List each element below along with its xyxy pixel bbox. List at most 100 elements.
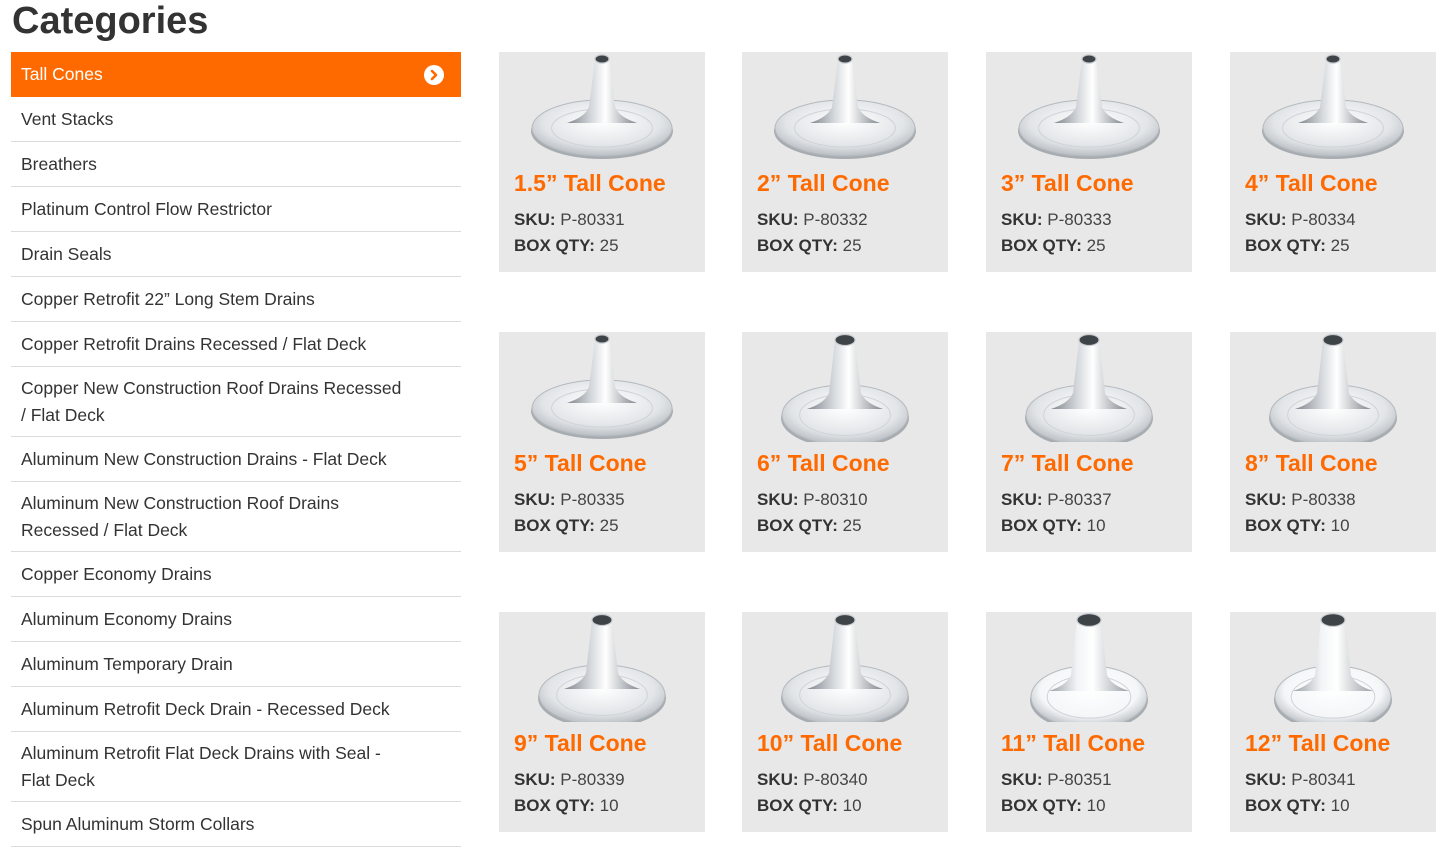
product-image[interactable] — [1230, 587, 1436, 731]
product-image[interactable] — [499, 587, 705, 728]
category-item-label: Aluminum New Construction Drains - Flat … — [21, 448, 387, 469]
product-name[interactable]: 11” Tall Cone — [1001, 730, 1145, 757]
product-sku: SKU: P-80310 — [757, 490, 868, 510]
category-item[interactable]: Copper Retrofit Drains Recessed / Flat D… — [11, 322, 461, 367]
sku-label: SKU: — [514, 210, 556, 229]
box-qty-value: 25 — [842, 516, 862, 535]
product-name[interactable]: 2” Tall Cone — [757, 170, 890, 197]
category-item[interactable]: Copper New Construction Roof Drains Rece… — [11, 367, 461, 437]
box-qty-value: 25 — [1330, 236, 1350, 255]
category-item-label: Aluminum New Construction Roof Drains Re… — [21, 492, 340, 540]
sku-value: P-80338 — [1291, 490, 1356, 509]
category-item-label: Drain Seals — [21, 243, 112, 264]
tall-cone-icon — [538, 613, 666, 728]
category-item[interactable]: Aluminum Retrofit Flat Deck Drains with … — [11, 732, 461, 802]
product-sku: SKU: P-80341 — [1245, 770, 1356, 790]
product-card[interactable]: 7” Tall Cone SKU: P-80337 BOX QTY: 10 — [986, 332, 1192, 552]
categories-title: Categories — [12, 0, 209, 42]
category-item[interactable]: Vent Stacks — [11, 97, 461, 142]
category-item[interactable]: Copper Economy Drains — [11, 552, 461, 597]
category-item[interactable]: Drain Seals — [11, 232, 461, 277]
product-box-qty: BOX QTY: 25 — [757, 516, 862, 536]
product-card[interactable]: 11” Tall Cone SKU: P-80351 BOX QTY: 10 — [986, 612, 1192, 832]
category-item[interactable]: Aluminum Economy Drains — [11, 597, 461, 642]
product-card[interactable]: 8” Tall Cone SKU: P-80338 BOX QTY: 10 — [1230, 332, 1436, 552]
sku-value: P-80335 — [560, 490, 625, 509]
product-name[interactable]: 3” Tall Cone — [1001, 170, 1134, 197]
product-image[interactable] — [986, 27, 1192, 162]
product-image[interactable] — [1230, 27, 1436, 162]
category-item-label: Copper Retrofit Drains Recessed / Flat D… — [21, 333, 367, 354]
tall-cone-icon — [774, 54, 916, 159]
box-qty-value: 10 — [1086, 796, 1106, 815]
product-box-qty: BOX QTY: 10 — [1245, 516, 1350, 536]
box-qty-value: 10 — [842, 796, 862, 815]
category-item-label: Aluminum Retrofit Deck Drain - Recessed … — [21, 698, 390, 719]
product-image[interactable] — [499, 27, 705, 162]
category-item[interactable]: Aluminum Temporary Drain — [11, 642, 461, 687]
product-image[interactable] — [499, 307, 705, 442]
sku-label: SKU: — [1001, 770, 1043, 789]
product-box-qty: BOX QTY: 10 — [1001, 516, 1106, 536]
product-box-qty: BOX QTY: 10 — [757, 796, 862, 816]
tall-cone-icon — [1030, 613, 1148, 731]
category-item[interactable]: Aluminum Retrofit Deck Drain - Recessed … — [11, 687, 461, 732]
box-qty-value: 10 — [599, 796, 619, 815]
box-qty-value: 25 — [842, 236, 862, 255]
sku-label: SKU: — [1245, 490, 1287, 509]
product-card[interactable]: 12” Tall Cone SKU: P-80341 BOX QTY: 10 — [1230, 612, 1436, 832]
product-box-qty: BOX QTY: 10 — [514, 796, 619, 816]
product-name[interactable]: 8” Tall Cone — [1245, 450, 1378, 477]
product-sku: SKU: P-80337 — [1001, 490, 1112, 510]
category-item-label: Aluminum Retrofit Flat Deck Drains with … — [21, 742, 381, 790]
category-item-label: Copper New Construction Roof Drains Rece… — [21, 377, 402, 425]
product-image[interactable] — [986, 587, 1192, 731]
product-card[interactable]: 2” Tall Cone SKU: P-80332 BOX QTY: 25 — [742, 52, 948, 272]
box-qty-label: BOX QTY: — [757, 236, 838, 255]
product-name[interactable]: 10” Tall Cone — [757, 730, 902, 757]
sku-value: P-80334 — [1291, 210, 1356, 229]
product-name[interactable]: 6” Tall Cone — [757, 450, 890, 477]
category-item[interactable]: Spun Aluminum Storm Collars — [11, 802, 461, 847]
category-item[interactable]: Copper Retrofit 22” Long Stem Drains — [11, 277, 461, 322]
category-item-label: Tall Cones — [21, 64, 103, 84]
tall-cone-icon — [1025, 333, 1153, 448]
product-name[interactable]: 1.5” Tall Cone — [514, 170, 666, 197]
product-image[interactable] — [742, 307, 948, 448]
product-image[interactable] — [1230, 307, 1436, 448]
product-name[interactable]: 7” Tall Cone — [1001, 450, 1134, 477]
product-name[interactable]: 4” Tall Cone — [1245, 170, 1378, 197]
category-item[interactable]: Platinum Control Flow Restrictor — [11, 187, 461, 232]
product-card[interactable]: 1.5” Tall Cone SKU: P-80331 BOX QTY: 25 — [499, 52, 705, 272]
product-name[interactable]: 12” Tall Cone — [1245, 730, 1390, 757]
product-sku: SKU: P-80340 — [757, 770, 868, 790]
tall-cone-icon — [1274, 613, 1392, 731]
category-item-label: Platinum Control Flow Restrictor — [21, 198, 272, 219]
product-name[interactable]: 9” Tall Cone — [514, 730, 647, 757]
category-item[interactable]: Tall Cones — [11, 52, 461, 97]
box-qty-label: BOX QTY: — [514, 516, 595, 535]
product-card[interactable]: 10” Tall Cone SKU: P-80340 BOX QTY: 10 — [742, 612, 948, 832]
product-image[interactable] — [742, 587, 948, 728]
sku-label: SKU: — [1245, 210, 1287, 229]
sku-value: P-80339 — [560, 770, 625, 789]
product-box-qty: BOX QTY: 25 — [514, 516, 619, 536]
category-item[interactable]: Aluminum New Construction Roof Drains Re… — [11, 482, 461, 552]
product-sku: SKU: P-80331 — [514, 210, 625, 230]
box-qty-label: BOX QTY: — [514, 796, 595, 815]
product-card[interactable]: 5” Tall Cone SKU: P-80335 BOX QTY: 25 — [499, 332, 705, 552]
category-item[interactable]: Aluminum New Construction Drains - Flat … — [11, 437, 461, 482]
product-image[interactable] — [742, 27, 948, 162]
product-name[interactable]: 5” Tall Cone — [514, 450, 647, 477]
sku-label: SKU: — [1001, 490, 1043, 509]
box-qty-label: BOX QTY: — [1001, 236, 1082, 255]
product-image[interactable] — [986, 307, 1192, 448]
product-card[interactable]: 9” Tall Cone SKU: P-80339 BOX QTY: 10 — [499, 612, 705, 832]
category-item-label: Breathers — [21, 153, 97, 174]
category-item[interactable]: Breathers — [11, 142, 461, 187]
product-card[interactable]: 3” Tall Cone SKU: P-80333 BOX QTY: 25 — [986, 52, 1192, 272]
box-qty-value: 25 — [599, 516, 619, 535]
product-card[interactable]: 6” Tall Cone SKU: P-80310 BOX QTY: 25 — [742, 332, 948, 552]
tall-cone-icon — [531, 334, 673, 439]
product-card[interactable]: 4” Tall Cone SKU: P-80334 BOX QTY: 25 — [1230, 52, 1436, 272]
